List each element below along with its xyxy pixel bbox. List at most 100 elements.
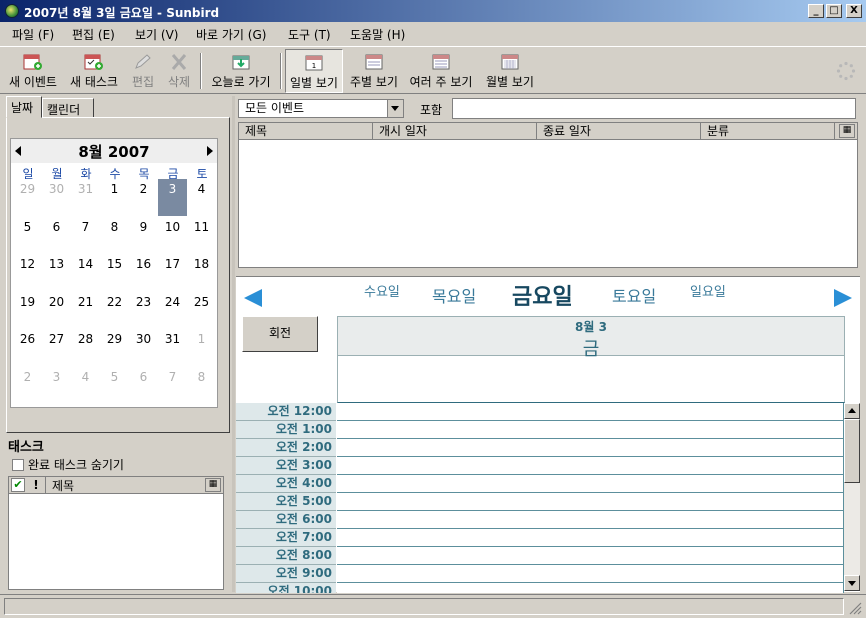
scroll-up-button[interactable] (844, 403, 860, 419)
time-slot-row[interactable]: 오전 7:00 (236, 529, 844, 547)
mini-calendar-day[interactable]: 9 (129, 217, 158, 254)
day-view-button[interactable]: 1 일별 보기 (285, 49, 343, 93)
menu-tools[interactable]: 도구 (T) (288, 26, 331, 43)
mini-calendar-day[interactable]: 21 (71, 292, 100, 329)
maximize-button[interactable]: □ (826, 4, 842, 18)
task-column-picker-icon[interactable]: ▦ (205, 478, 221, 492)
mini-calendar-day[interactable]: 8 (100, 217, 129, 254)
time-slot-row[interactable]: 오전 3:00 (236, 457, 844, 475)
column-category[interactable]: 분류 (701, 123, 835, 140)
go-today-button[interactable]: 오늘로 가기 (206, 49, 276, 93)
mini-calendar-day[interactable]: 6 (42, 217, 71, 254)
task-completed-column-icon[interactable]: ✔ (11, 478, 25, 492)
mini-calendar-day[interactable]: 11 (187, 217, 216, 254)
mini-calendar-day[interactable]: 18 (187, 254, 216, 291)
time-slot-row[interactable]: 오전 9:00 (236, 565, 844, 583)
day-label-thursday[interactable]: 목요일 (432, 283, 476, 307)
mini-calendar-day[interactable]: 24 (158, 292, 187, 329)
time-slot-cell[interactable] (337, 439, 844, 457)
mini-calendar-day[interactable]: 17 (158, 254, 187, 291)
column-start-date[interactable]: 개시 일자 (373, 123, 537, 140)
minimize-button[interactable]: _ (808, 4, 824, 18)
day-label-wednesday[interactable]: 수요일 (364, 281, 400, 300)
time-slot-cell[interactable] (337, 493, 844, 511)
mini-calendar-day[interactable]: 5 (100, 367, 129, 404)
week-view-button[interactable]: 주별 보기 (346, 49, 402, 93)
resize-grip-icon[interactable] (848, 601, 862, 615)
mini-calendar-day[interactable]: 29 (100, 329, 129, 366)
mini-calendar-day[interactable]: 30 (129, 329, 158, 366)
month-view-button[interactable]: 월별 보기 (482, 49, 538, 93)
time-slot-row[interactable]: 오전 5:00 (236, 493, 844, 511)
column-picker-icon[interactable]: ▦ (839, 124, 855, 138)
day-label-friday[interactable]: 금요일 (512, 279, 573, 311)
hide-completed-check-box[interactable] (12, 459, 24, 471)
task-title-column[interactable]: 제목 (45, 477, 74, 493)
mini-calendar-day[interactable]: 1 (100, 179, 129, 216)
time-slot-cell[interactable] (337, 547, 844, 565)
mini-calendar-day[interactable]: 26 (13, 329, 42, 366)
day-label-sunday[interactable]: 일요일 (690, 281, 726, 300)
time-slot-row[interactable]: 오전 6:00 (236, 511, 844, 529)
search-input[interactable] (452, 98, 856, 119)
edit-button[interactable]: 편집 (128, 49, 158, 93)
next-day-arrow-icon[interactable] (834, 289, 852, 307)
time-slot-row[interactable]: 오전 12:00 (236, 403, 844, 421)
column-title[interactable]: 제목 (239, 123, 373, 140)
mini-calendar-selected-day[interactable]: 3 (158, 179, 187, 216)
mini-calendar-day[interactable]: 2 (13, 367, 42, 404)
new-event-button[interactable]: 새 이벤트 (4, 49, 62, 93)
event-list[interactable]: 제목 개시 일자 종료 일자 분류 ▦ (238, 122, 858, 268)
mini-calendar-day[interactable]: 25 (187, 292, 216, 329)
mini-calendar-day[interactable]: 27 (42, 329, 71, 366)
mini-calendar-day[interactable]: 6 (129, 367, 158, 404)
column-end-date[interactable]: 종료 일자 (537, 123, 701, 140)
day-view-scrollbar[interactable] (844, 403, 860, 591)
mini-calendar-day[interactable]: 7 (158, 367, 187, 404)
time-grid[interactable]: 오전 12:00 오전 1:00 오전 2:00 오전 3:00 오전 4:00 오전 5… (236, 403, 844, 593)
mini-calendar-day[interactable]: 3 (42, 367, 71, 404)
mini-calendar-day[interactable]: 14 (71, 254, 100, 291)
tab-date[interactable]: 날짜 (6, 96, 42, 118)
rotate-button[interactable]: 회전 (242, 316, 318, 352)
menu-file[interactable]: 파일 (F) (12, 26, 54, 43)
menu-edit[interactable]: 편집 (E) (72, 26, 115, 43)
mini-calendar-day[interactable]: 10 (158, 217, 187, 254)
time-slot-cell[interactable] (337, 421, 844, 439)
mini-calendar-day[interactable]: 8 (187, 367, 216, 404)
task-priority-column[interactable]: ! (29, 478, 43, 492)
sunbird-app-icon[interactable] (5, 4, 19, 18)
scroll-down-button[interactable] (844, 575, 860, 591)
time-slot-row[interactable]: 오전 4:00 (236, 475, 844, 493)
time-slot-row[interactable]: 오전 8:00 (236, 547, 844, 565)
mini-calendar-day[interactable]: 28 (71, 329, 100, 366)
prev-day-arrow-icon[interactable] (244, 289, 262, 307)
close-button[interactable]: X (846, 4, 862, 18)
event-filter-select[interactable]: 모든 이벤트 (238, 99, 404, 118)
menu-help[interactable]: 도움말 (H) (350, 26, 405, 43)
title-bar[interactable]: 2007년 8월 3일 금요일 - Sunbird _ □ X (0, 0, 866, 22)
day-label-saturday[interactable]: 토요일 (612, 283, 656, 307)
mini-calendar-day[interactable]: 1 (187, 329, 216, 366)
day-column-header[interactable]: 8월 3 금 (337, 316, 845, 360)
mini-calendar-day[interactable]: 4 (71, 367, 100, 404)
mini-calendar-day[interactable]: 30 (42, 179, 71, 216)
pane-splitter[interactable] (232, 96, 235, 592)
mini-calendar-day[interactable]: 4 (187, 179, 216, 216)
mini-calendar-day[interactable]: 29 (13, 179, 42, 216)
hide-completed-checkbox[interactable]: 완료 태스크 숨기기 (12, 456, 124, 473)
new-task-button[interactable]: 새 태스크 (66, 49, 122, 93)
time-slot-cell[interactable] (337, 403, 844, 421)
mini-calendar-day[interactable]: 31 (71, 179, 100, 216)
mini-calendar-day[interactable]: 2 (129, 179, 158, 216)
time-slot-cell[interactable] (337, 457, 844, 475)
mini-calendar-day[interactable]: 15 (100, 254, 129, 291)
time-slot-cell[interactable] (337, 529, 844, 547)
mini-calendar-day[interactable]: 20 (42, 292, 71, 329)
time-slot-row[interactable]: 오전 10:00 (236, 583, 844, 593)
menu-go[interactable]: 바로 가기 (G) (196, 26, 266, 43)
all-day-events-row[interactable] (337, 356, 845, 403)
tab-calendar[interactable]: 캘린더 (42, 98, 94, 118)
task-list[interactable]: ✔ ! 제목 ▦ (8, 476, 224, 590)
next-month-arrow-icon[interactable] (207, 146, 213, 156)
